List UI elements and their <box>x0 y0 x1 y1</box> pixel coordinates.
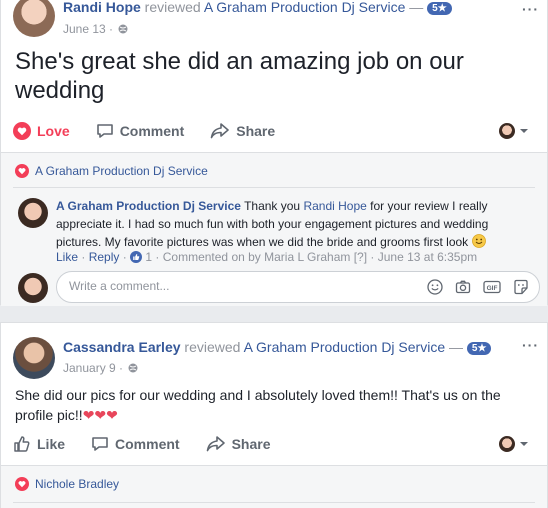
post-text: She did our pics for our wedding and I a… <box>15 385 535 425</box>
comment-icon <box>96 124 113 138</box>
reactor-name[interactable]: Nichole Bradley <box>35 477 119 491</box>
react-as-picker[interactable] <box>499 123 529 139</box>
thumbs-up-icon <box>14 436 30 452</box>
author-name[interactable]: Cassandra Earley <box>63 339 181 355</box>
separator: · <box>119 250 131 264</box>
comment-text: A Graham Production Dj Service Thank you… <box>56 197 516 251</box>
share-button[interactable]: Share <box>210 122 275 140</box>
like-label: Like <box>37 436 66 452</box>
rating-badge: 5★ <box>427 2 452 15</box>
reactions-summary[interactable]: A Graham Production Dj Service <box>15 164 208 178</box>
post-date[interactable]: January 9 · <box>63 361 123 375</box>
heart-icon <box>13 122 31 140</box>
sticker-icon[interactable] <box>513 279 529 295</box>
comment-timestamp[interactable]: · June 13 at 6:35pm <box>367 250 477 264</box>
separator: · <box>78 250 89 264</box>
write-comment-input[interactable] <box>69 279 409 293</box>
share-label: Share <box>236 123 276 139</box>
emoji-icon[interactable] <box>427 279 443 295</box>
caret-down-icon <box>520 129 528 133</box>
react-as-picker[interactable] <box>499 436 529 452</box>
rating-badge: 5★ <box>466 342 492 355</box>
like-count-icon <box>130 251 143 263</box>
globe-icon <box>128 363 138 373</box>
divider <box>13 187 535 188</box>
commented-on-by: · Commented on by Maria L Graham <box>152 250 351 264</box>
share-label: Share <box>231 436 271 452</box>
post-date[interactable]: June 13 · <box>63 22 113 36</box>
love-reaction-icon <box>15 164 29 178</box>
comment-label: Comment <box>119 123 185 139</box>
comment-meta: Like · Reply · 1 · Commented on by Maria… <box>56 250 477 264</box>
more-options-icon[interactable]: ··· <box>522 1 539 17</box>
dash: — <box>449 339 463 355</box>
divider <box>13 502 535 503</box>
post-text: She's great she did an amazing job on ou… <box>15 48 464 104</box>
reviewed-verb: reviewed <box>184 339 241 355</box>
author-avatar[interactable] <box>13 0 55 37</box>
love-label: Love <box>37 123 70 139</box>
page-avatar-small <box>499 123 515 139</box>
commenter-name[interactable]: A Graham Production Dj Service <box>56 199 241 213</box>
love-reaction-icon <box>15 477 29 491</box>
globe-icon <box>118 24 128 34</box>
post-dateline: June 13 · <box>63 22 128 36</box>
smile-emoji-icon <box>471 234 486 248</box>
review-post-2: Cassandra Earley reviewed A Graham Produ… <box>0 322 548 508</box>
comment-label: Comment <box>115 436 180 452</box>
caret-down-icon <box>520 442 528 446</box>
page-name-link[interactable]: A Graham Production Dj Service <box>244 339 446 355</box>
like-button[interactable]: Like <box>13 435 65 453</box>
share-icon <box>210 123 230 139</box>
composer-tools: GIF <box>415 279 529 295</box>
page-avatar-small <box>499 436 515 452</box>
post-header: Randi Hope reviewed A Graham Production … <box>63 0 452 15</box>
author-avatar[interactable] <box>13 337 55 379</box>
comment-text-part: Thank you <box>240 199 304 213</box>
reactions-summary[interactable]: Nichole Bradley <box>15 477 119 491</box>
comment-like-link[interactable]: Like <box>56 250 78 264</box>
more-options-icon[interactable]: ··· <box>522 337 539 353</box>
heart-emojis: ❤❤❤ <box>82 407 118 423</box>
comments-section: Nichole Bradley <box>1 465 547 508</box>
post-dateline: January 9 · <box>63 361 138 375</box>
comment-composer: GIF <box>56 271 540 303</box>
dash: — <box>409 0 424 15</box>
comments-section: A Graham Production Dj Service A Graham … <box>1 152 547 306</box>
page-name-link[interactable]: A Graham Production Dj Service <box>204 0 406 15</box>
mention-link[interactable]: Randi Hope <box>303 199 366 213</box>
commenter-avatar[interactable] <box>18 198 48 228</box>
share-button[interactable]: Share <box>206 435 271 453</box>
comment-button[interactable]: Comment <box>96 122 185 140</box>
help-link[interactable]: [?] <box>350 250 367 264</box>
reactor-name[interactable]: A Graham Production Dj Service <box>35 164 208 178</box>
gif-icon[interactable]: GIF <box>483 279 501 295</box>
reviewed-verb: reviewed <box>144 0 201 15</box>
comment-reply-link[interactable]: Reply <box>89 250 120 264</box>
review-post-1: Randi Hope reviewed A Graham Production … <box>0 0 548 306</box>
comment-button[interactable]: Comment <box>91 435 180 453</box>
love-button[interactable]: Love <box>13 122 70 140</box>
comment-icon <box>92 437 108 451</box>
author-name[interactable]: Randi Hope <box>63 0 141 15</box>
share-icon <box>206 436 225 452</box>
post-header: Cassandra Earley reviewed A Graham Produ… <box>63 339 492 355</box>
camera-icon[interactable] <box>455 279 471 295</box>
action-bar: Like Comment Share <box>13 429 535 459</box>
my-avatar <box>18 273 48 303</box>
svg-text:GIF: GIF <box>487 285 498 292</box>
action-bar: Love Comment Share <box>13 116 535 146</box>
